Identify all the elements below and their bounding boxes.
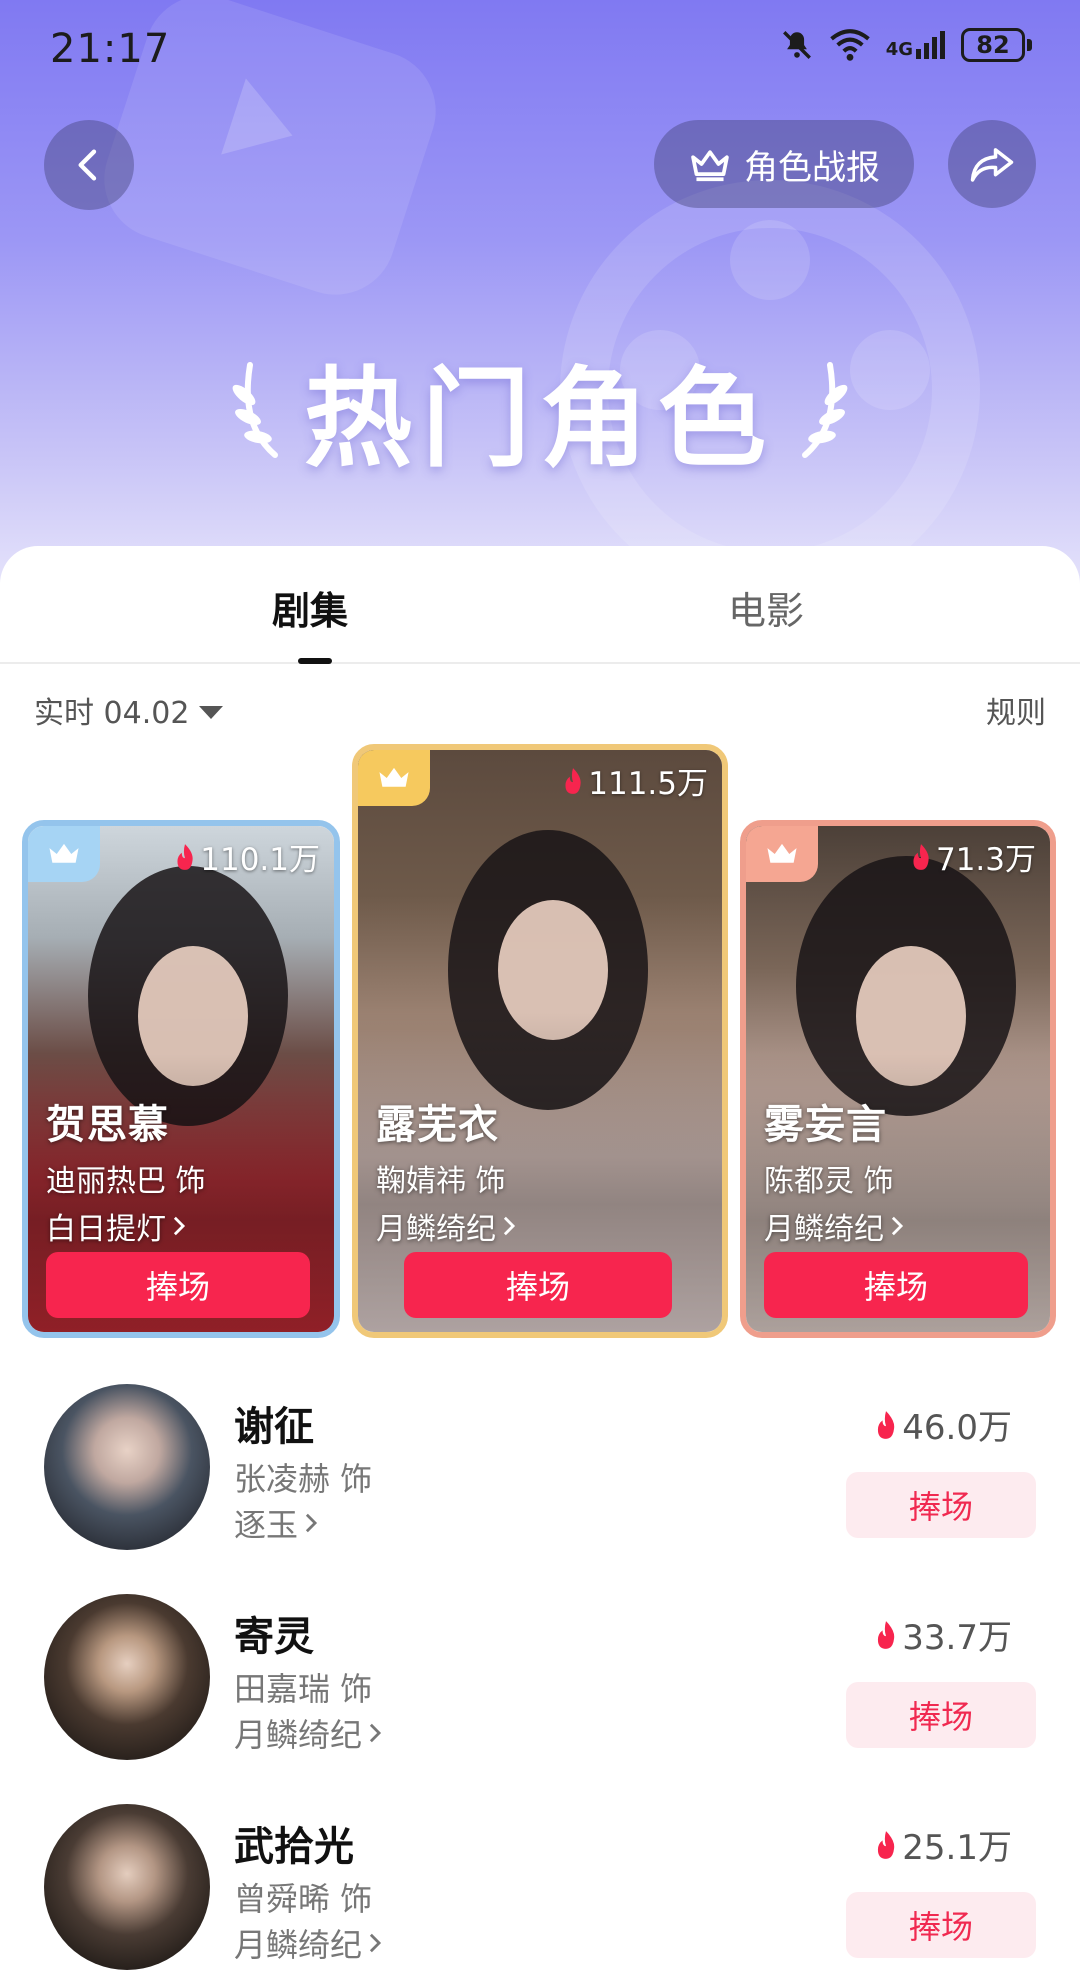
avatar — [44, 1594, 210, 1760]
share-button[interactable] — [948, 120, 1036, 208]
cheer-button[interactable]: 捧场 — [46, 1252, 310, 1318]
role-info: 贺思慕 迪丽热巴 饰 白日提灯 — [46, 1092, 206, 1248]
laurel-right-icon — [802, 362, 848, 458]
heat-value: 46.0万 — [874, 1400, 1012, 1449]
actor-name: 张凌赫 饰 — [234, 1460, 373, 1498]
reel-hole — [730, 220, 810, 300]
chevron-right-icon — [369, 1723, 382, 1743]
heat-value: 71.3万 — [910, 834, 1036, 879]
cheer-button[interactable]: 捧场 — [846, 1892, 1036, 1958]
role-name: 寄灵 — [234, 1614, 314, 1660]
chevron-right-icon — [369, 1933, 382, 1953]
actor-name: 田嘉瑞 饰 — [234, 1670, 373, 1708]
heat-value: 25.1万 — [874, 1820, 1012, 1869]
rank-badge — [746, 826, 818, 882]
list-item[interactable]: 武拾光 曾舜晞 饰 月鳞绮纪 25.1万 捧场 — [0, 1804, 1080, 1984]
role-name: 武拾光 — [234, 1824, 354, 1870]
show-link[interactable]: 月鳞绮纪 — [764, 1204, 904, 1248]
battery-level: 82 — [961, 28, 1025, 62]
show-link[interactable]: 逐玉 — [234, 1500, 318, 1546]
rank-badge — [358, 750, 430, 806]
filter-row: 实时 04.02 规则 — [0, 678, 1080, 738]
chevron-left-icon — [78, 149, 97, 181]
chevron-right-icon — [891, 1216, 904, 1236]
crown-icon — [767, 843, 797, 863]
cheer-button[interactable]: 捧场 — [764, 1252, 1028, 1318]
list-item[interactable]: 谢征 张凌赫 饰 逐玉 46.0万 捧场 — [0, 1384, 1080, 1564]
chevron-right-icon — [305, 1513, 318, 1533]
caret-down-icon — [199, 705, 224, 719]
laurel-left-icon — [232, 362, 278, 458]
heat-value: 33.7万 — [874, 1610, 1012, 1659]
flame-icon — [878, 1620, 895, 1649]
show-link[interactable]: 月鳞绮纪 — [234, 1710, 382, 1756]
tab-series[interactable]: 剧集 — [272, 580, 348, 635]
cheer-button[interactable]: 捧场 — [846, 1472, 1036, 1538]
status-bar: 21:17 4G 82 — [0, 0, 1080, 100]
bell-muted-icon — [782, 31, 811, 59]
top-card-rank-1[interactable]: 111.5万 露芜衣 鞠婧祎 饰 月鳞绮纪 捧场 — [352, 744, 728, 1338]
actor-name: 鞠婧祎 饰 — [376, 1164, 506, 1199]
tab-movie[interactable]: 电影 — [728, 580, 804, 635]
top-card-rank-2[interactable]: 110.1万 贺思慕 迪丽热巴 饰 白日提灯 捧场 — [22, 820, 340, 1338]
role-report-button[interactable]: 角色战报 — [654, 120, 914, 208]
date-label: 实时 04.02 — [34, 696, 190, 731]
role-name: 露芜衣 — [376, 1102, 499, 1148]
status-icons: 4G 82 — [780, 28, 1032, 62]
hero-title: 热门角色 — [303, 357, 776, 482]
back-button[interactable] — [44, 120, 134, 210]
list-item[interactable]: 寄灵 田嘉瑞 饰 月鳞绮纪 33.7万 捧场 — [0, 1594, 1080, 1774]
avatar — [44, 1804, 210, 1970]
cheer-button[interactable]: 捧场 — [404, 1252, 672, 1318]
crown-icon — [379, 767, 409, 787]
crown-icon — [49, 843, 79, 863]
chevron-right-icon — [503, 1216, 516, 1236]
crown-icon — [691, 150, 729, 182]
actor-name: 陈都灵 饰 — [764, 1164, 894, 1199]
show-link[interactable]: 月鳞绮纪 — [234, 1920, 382, 1966]
heat-value: 110.1万 — [174, 834, 320, 879]
signal-icon: 4G — [886, 31, 945, 59]
battery-icon: 82 — [961, 28, 1032, 62]
role-name: 雾妄言 — [764, 1102, 887, 1148]
cheer-button[interactable]: 捧场 — [846, 1682, 1036, 1748]
role-name: 谢征 — [234, 1404, 314, 1450]
show-link[interactable]: 白日提灯 — [46, 1204, 206, 1248]
avatar — [44, 1384, 210, 1550]
hero-title-group: 热门角色 — [0, 340, 1080, 482]
flame-icon — [565, 767, 581, 794]
role-name: 贺思慕 — [46, 1102, 169, 1148]
date-dropdown[interactable]: 实时 04.02 — [34, 688, 224, 732]
network-label: 4G — [885, 39, 913, 60]
show-link[interactable]: 月鳞绮纪 — [376, 1204, 516, 1248]
flame-icon — [878, 1410, 895, 1439]
status-time: 21:17 — [50, 26, 171, 72]
chevron-right-icon — [173, 1216, 186, 1236]
actor-name: 迪丽热巴 饰 — [46, 1164, 206, 1199]
rank-badge — [28, 826, 100, 882]
top-card-rank-3[interactable]: 71.3万 雾妄言 陈都灵 饰 月鳞绮纪 捧场 — [740, 820, 1056, 1338]
flame-icon — [177, 843, 193, 870]
category-tabs: 剧集 电影 — [0, 546, 1080, 664]
flame-icon — [913, 843, 929, 870]
rules-link[interactable]: 规则 — [986, 688, 1046, 732]
role-info: 雾妄言 陈都灵 饰 月鳞绮纪 — [764, 1092, 904, 1248]
role-info: 露芜衣 鞠婧祎 饰 月鳞绮纪 — [376, 1092, 516, 1248]
actor-name: 曾舜晞 饰 — [234, 1880, 373, 1918]
active-tab-indicator — [298, 658, 332, 664]
hero-banner: 21:17 4G 82 角色战报 热门角色 — [0, 0, 1080, 600]
flame-icon — [878, 1830, 895, 1859]
heat-value: 111.5万 — [562, 758, 708, 803]
role-report-label: 角色战报 — [744, 147, 880, 188]
share-icon — [970, 148, 1014, 182]
wifi-icon — [829, 29, 870, 61]
